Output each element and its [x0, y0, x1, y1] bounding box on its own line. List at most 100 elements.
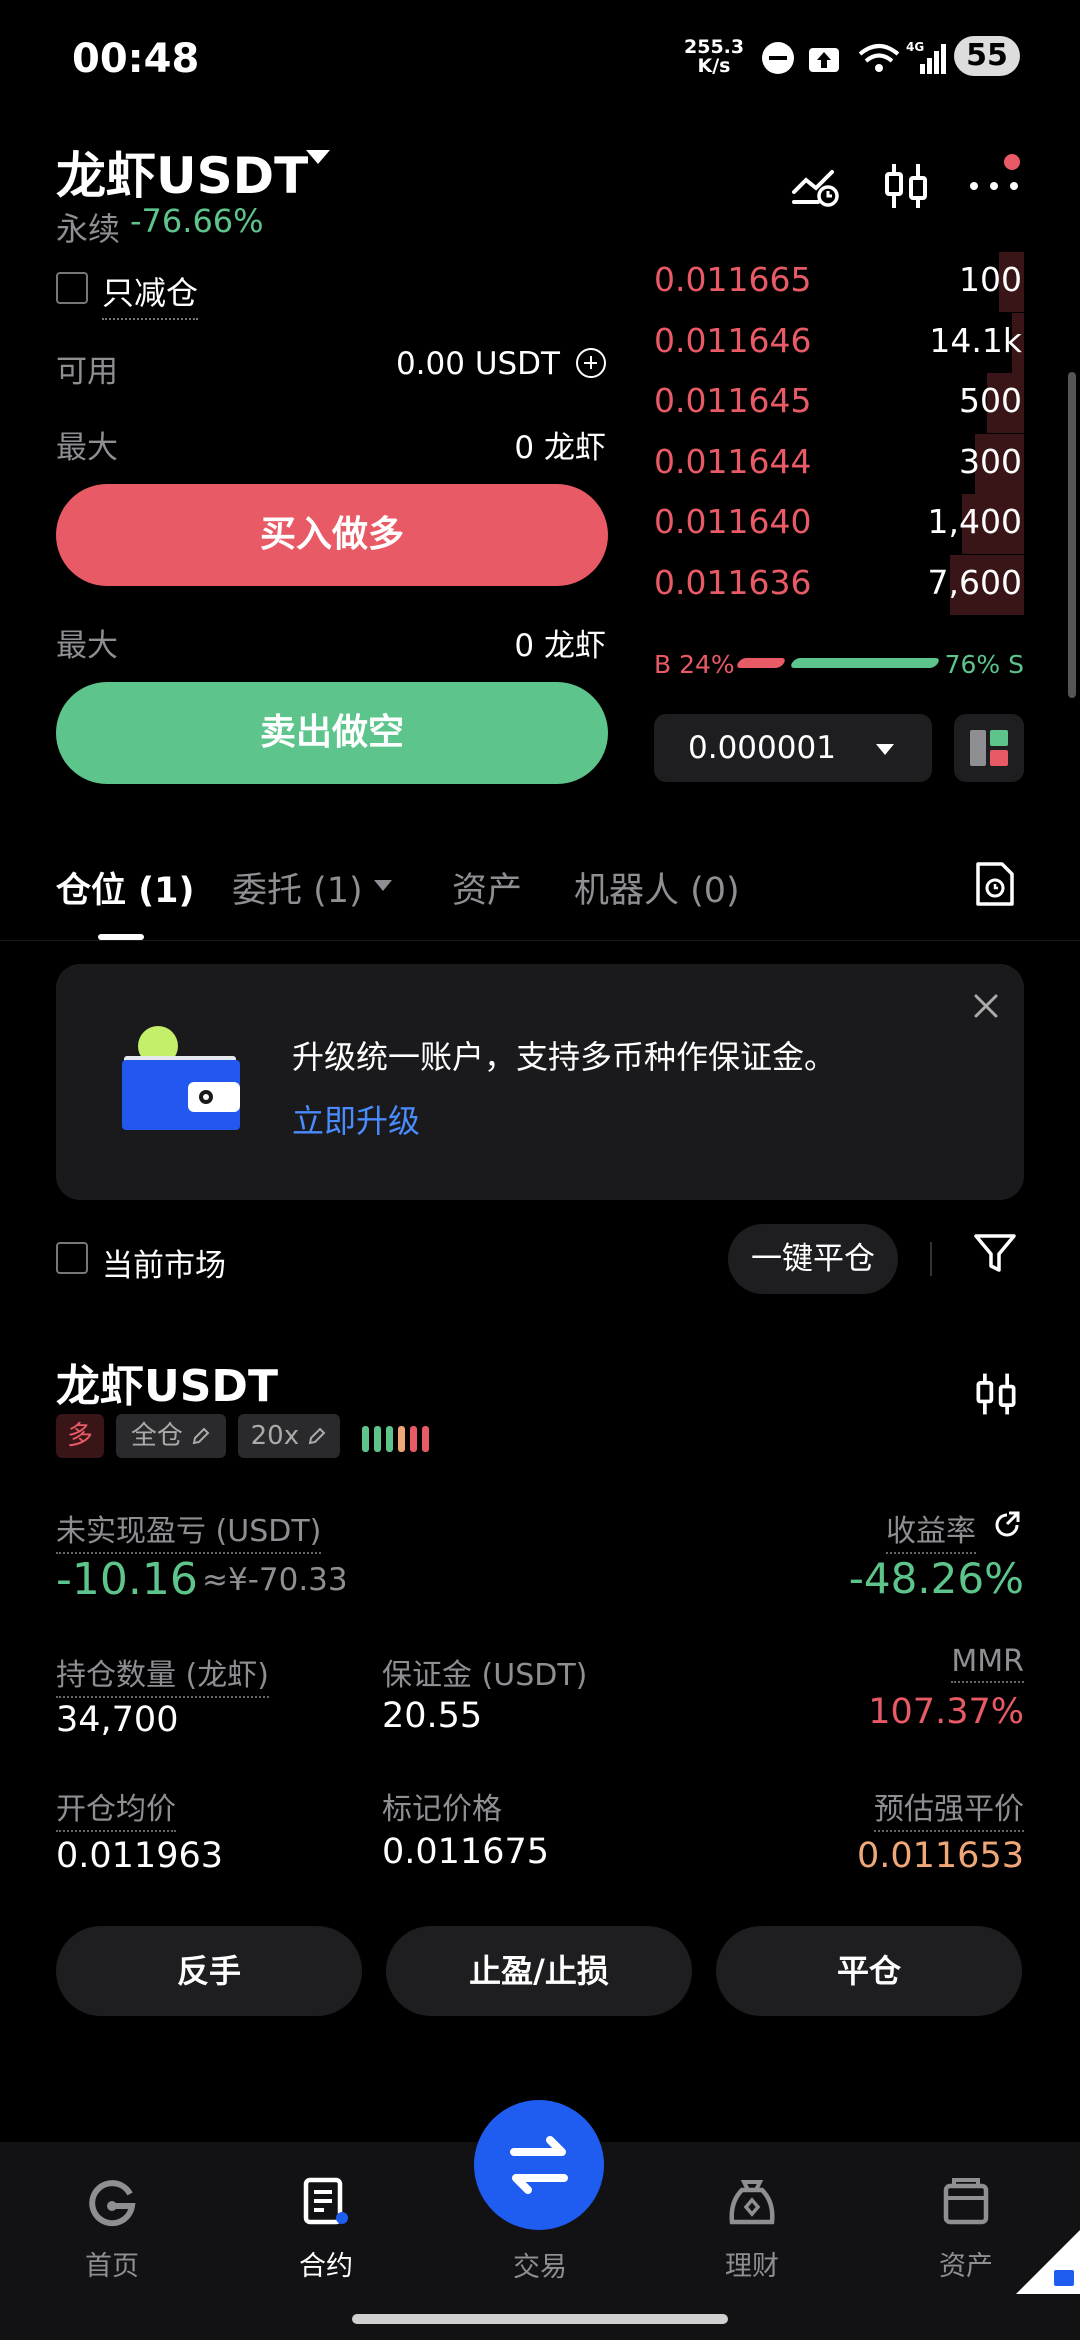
ask-row[interactable]: 0.011636 7,600 — [654, 554, 1024, 615]
sell-ratio: 76% S — [944, 650, 1024, 679]
entry-price-value: 0.011963 — [56, 1836, 224, 1876]
share-icon[interactable] — [992, 1510, 1022, 1540]
nav-trade-label[interactable]: 交易 — [480, 2245, 600, 2284]
reduce-only-checkbox[interactable] — [56, 272, 88, 304]
nav-finance[interactable]: 理财 — [672, 2176, 832, 2283]
close-icon[interactable] — [970, 990, 1002, 1022]
history-icon[interactable] — [972, 860, 1018, 908]
close-all-button[interactable]: 一键平仓 — [728, 1224, 898, 1294]
floating-corner-icon[interactable] — [1016, 2230, 1080, 2294]
swap-icon — [510, 2136, 568, 2194]
tab-bots[interactable]: 机器人 (0) — [574, 862, 740, 913]
risk-bar-segment — [398, 1426, 405, 1452]
ask-price: 0.011644 — [654, 441, 812, 481]
mark-price-label: 标记价格 — [382, 1792, 502, 1827]
mark-price-value: 0.011675 — [382, 1832, 550, 1872]
sell-ratio-bar — [789, 658, 941, 668]
tab-positions[interactable]: 仓位 (1) — [56, 862, 195, 913]
tab-divider — [0, 940, 1080, 941]
network-speed: 255.3 K/s — [684, 36, 745, 77]
roe-label[interactable]: 收益率 — [886, 1506, 976, 1554]
mmr-value: 107.37% — [868, 1692, 1024, 1732]
edit-icon — [192, 1427, 210, 1445]
tab-assets[interactable]: 资产 — [452, 862, 522, 913]
price-precision-select[interactable]: 0.000001 — [654, 714, 932, 782]
home-indicator[interactable] — [352, 2314, 728, 2324]
leverage-tag[interactable]: 20x — [238, 1414, 340, 1458]
margin-label: 保证金 (USDT) — [382, 1658, 588, 1693]
sell-short-button[interactable]: 卖出做空 — [56, 682, 608, 784]
svg-text:4G: 4G — [906, 40, 924, 54]
precision-value: 0.000001 — [688, 730, 836, 766]
unrealized-pnl-cny: ≈¥-70.33 — [202, 1562, 348, 1598]
add-funds-icon[interactable] — [576, 348, 606, 378]
tab-orders[interactable]: 委托 (1) — [232, 862, 363, 913]
ask-row[interactable]: 0.011644 300 — [654, 433, 1024, 494]
reverse-button[interactable]: 反手 — [56, 1926, 362, 2016]
buy-ratio-bar — [735, 658, 787, 668]
ask-quantity: 100 — [959, 260, 1022, 299]
price-change: -76.66% — [130, 202, 264, 240]
risk-bar-segment — [362, 1426, 369, 1452]
wifi-icon — [858, 44, 900, 72]
nav-home[interactable]: 首页 — [32, 2176, 192, 2283]
ask-price: 0.011665 — [654, 260, 812, 299]
divider — [930, 1242, 932, 1276]
mmr-label[interactable]: MMR — [951, 1644, 1024, 1683]
position-size-label[interactable]: 持仓数量 (龙虾) — [56, 1650, 269, 1698]
liquidation-price-label[interactable]: 预估强平价 — [874, 1784, 1024, 1832]
dnd-icon — [762, 42, 794, 74]
pair-title[interactable]: 龙虾USDT — [56, 136, 308, 208]
max-buy-value: 0 龙虾 — [514, 430, 606, 466]
chevron-down-icon[interactable] — [306, 150, 330, 164]
margin-mode-tag[interactable]: 全仓 — [116, 1414, 226, 1458]
position-title[interactable]: 龙虾USDT — [56, 1350, 278, 1414]
ask-price: 0.011640 — [654, 502, 812, 541]
scrollbar[interactable] — [1068, 372, 1076, 698]
risk-bar-segment — [410, 1426, 417, 1452]
max-sell-label: 最大 — [56, 628, 118, 664]
ask-quantity: 300 — [959, 441, 1022, 481]
risk-bar-segment — [422, 1426, 429, 1452]
ask-row[interactable]: 0.011646 14.1k — [654, 312, 1024, 373]
contract-type: 永续 — [56, 210, 121, 248]
ask-quantity: 1,400 — [927, 502, 1022, 541]
side-tag: 多 — [56, 1414, 104, 1458]
chevron-down-icon[interactable] — [374, 880, 392, 891]
position-size-value: 34,700 — [56, 1700, 179, 1740]
price-alert-icon[interactable] — [788, 158, 844, 214]
buy-long-button[interactable]: 买入做多 — [56, 484, 608, 586]
candlestick-chart-icon[interactable] — [878, 158, 934, 214]
available-label: 可用 — [56, 354, 118, 390]
ask-row[interactable]: 0.011645 500 — [654, 373, 1024, 433]
current-market-checkbox[interactable] — [56, 1242, 88, 1274]
cellular-signal-icon: 4G — [906, 40, 946, 74]
close-position-button[interactable]: 平仓 — [716, 1926, 1022, 2016]
finance-icon — [729, 2180, 775, 2225]
home-icon — [89, 2180, 136, 2227]
buy-ratio: B 24% — [654, 650, 735, 679]
unrealized-pnl-label[interactable]: 未实现盈亏 (USDT) — [56, 1506, 322, 1554]
nav-trade[interactable] — [474, 2100, 604, 2230]
upgrade-link[interactable]: 立即升级 — [292, 1096, 420, 1142]
tpsl-button[interactable]: 止盈/止损 — [386, 1926, 692, 2016]
contract-icon — [303, 2177, 348, 2225]
ask-price: 0.011645 — [654, 381, 812, 420]
entry-price-label[interactable]: 开仓均价 — [56, 1784, 176, 1832]
orderbook-layout-button[interactable] — [954, 714, 1024, 782]
candlestick-chart-icon[interactable] — [970, 1366, 1022, 1422]
nav-contract[interactable]: 合约 — [246, 2176, 406, 2283]
reduce-only-label[interactable]: 只减仓 — [102, 268, 199, 320]
ask-row[interactable]: 0.011665 100 — [654, 252, 1024, 312]
liquidation-price-value: 0.011653 — [856, 1836, 1024, 1876]
ask-price: 0.011646 — [654, 320, 812, 360]
max-buy-label: 最大 — [56, 430, 118, 466]
ask-quantity: 500 — [959, 381, 1022, 420]
filter-icon[interactable] — [972, 1230, 1018, 1276]
ask-quantity: 14.1k — [929, 320, 1022, 360]
current-market-label[interactable]: 当前市场 — [102, 1240, 226, 1285]
ask-row[interactable]: 0.011640 1,400 — [654, 494, 1024, 554]
margin-value: 20.55 — [382, 1696, 483, 1736]
wallet-illustration-icon — [122, 1026, 240, 1130]
risk-bar-segment — [386, 1426, 393, 1452]
